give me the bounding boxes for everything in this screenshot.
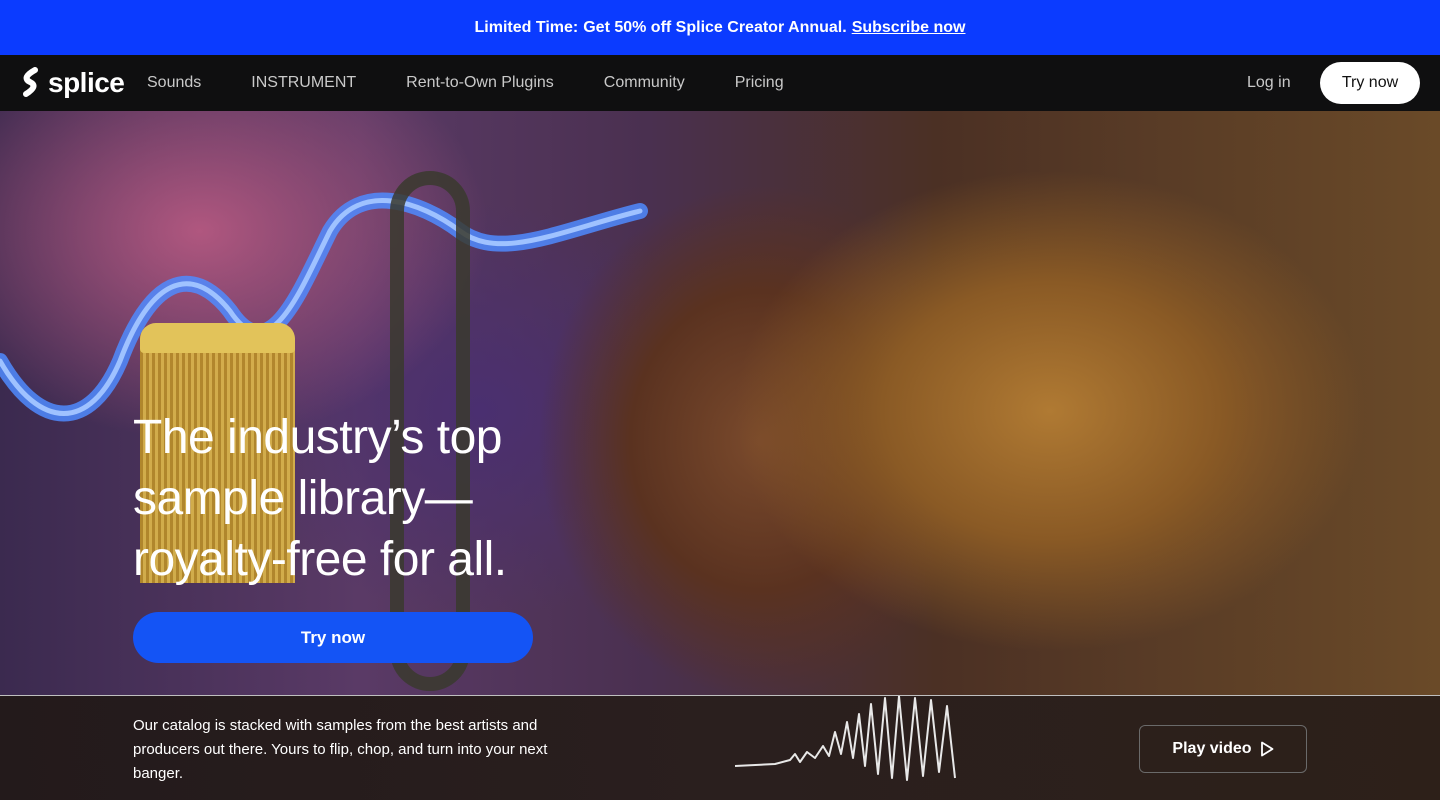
catalog-strip: Our catalog is stacked with samples from… xyxy=(0,695,1440,800)
try-now-nav-button[interactable]: Try now xyxy=(1320,62,1420,104)
nav-links: Sounds INSTRUMENT Rent-to-Own Plugins Co… xyxy=(147,55,834,111)
headline-line-1: The industry’s top xyxy=(133,411,502,464)
play-video-label: Play video xyxy=(1172,740,1252,757)
promo-lead: Limited Time: xyxy=(474,18,579,36)
splice-logo[interactable]: splice xyxy=(20,67,125,99)
play-icon xyxy=(1260,741,1273,757)
nav-item-pricing[interactable]: Pricing xyxy=(735,74,784,92)
promo-deal: Get 50% off Splice Creator Annual. xyxy=(583,18,847,36)
subscribe-link[interactable]: Subscribe now xyxy=(852,19,966,37)
top-nav: splice Sounds INSTRUMENT Rent-to-Own Plu… xyxy=(0,55,1440,111)
catalog-description: Our catalog is stacked with samples from… xyxy=(133,717,548,782)
waveform-icon xyxy=(735,696,956,781)
headline-line-2: sample library— xyxy=(133,472,473,525)
nav-item-sounds[interactable]: Sounds xyxy=(147,74,201,92)
nav-item-community[interactable]: Community xyxy=(604,74,685,92)
headline-line-3: royalty-free for all. xyxy=(133,533,507,586)
microphone-top xyxy=(140,323,295,353)
promo-banner: Limited Time: Get 50% off Splice Creator… xyxy=(0,0,1440,55)
login-link[interactable]: Log in xyxy=(1247,74,1291,92)
nav-item-instrument[interactable]: INSTRUMENT xyxy=(251,74,356,92)
hero-headline: The industry’s top sample library— royal… xyxy=(133,407,653,590)
try-now-hero-button[interactable]: Try now xyxy=(133,612,533,663)
splice-logo-icon xyxy=(23,67,38,97)
nav-item-rent-to-own[interactable]: Rent-to-Own Plugins xyxy=(406,74,554,92)
play-video-button[interactable]: Play video xyxy=(1139,725,1307,773)
logo-wordmark: splice xyxy=(48,67,125,98)
